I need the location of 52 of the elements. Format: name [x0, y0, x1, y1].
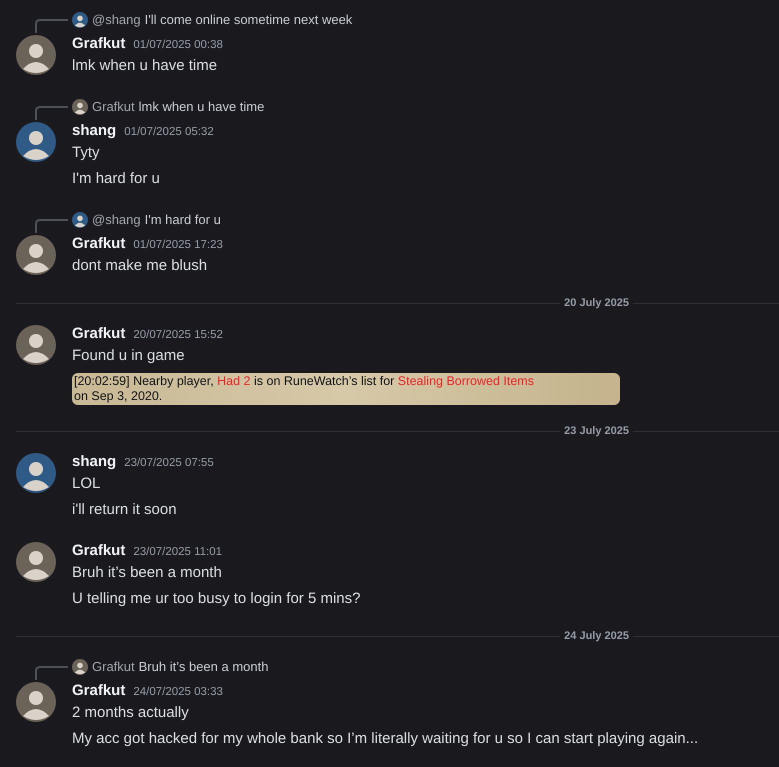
date-divider: 20 July 2025 [563, 296, 630, 311]
reply-author[interactable]: Grafkut [92, 657, 135, 677]
timestamp: 24/07/2025 03:33 [133, 685, 223, 700]
message-text: dont make me blush [72, 256, 208, 276]
avatar-icon[interactable] [72, 99, 88, 115]
timestamp: 01/07/2025 00:38 [133, 38, 223, 53]
reply-author[interactable]: Grafkut [92, 97, 135, 117]
timestamp: 23/07/2025 07:55 [124, 456, 214, 471]
message-text: Bruh it’s been a month [72, 563, 223, 583]
timestamp: 23/07/2025 11:01 [133, 545, 222, 560]
timestamp: 01/07/2025 05:32 [124, 125, 214, 140]
message-text: U telling me ur too busy to login for 5 mins? [72, 589, 360, 609]
message-text: lmk when u have time [72, 56, 218, 76]
username[interactable]: Grafkut [72, 540, 126, 562]
avatar-icon[interactable] [16, 122, 56, 162]
message-text: I'm hard for u [72, 169, 161, 189]
message-text: Tyty [72, 143, 101, 163]
message-text: i'll return it soon [72, 500, 178, 520]
reply-connector [35, 106, 68, 120]
avatar-icon[interactable] [72, 659, 88, 675]
avatar-icon[interactable] [72, 12, 88, 28]
reply-preview[interactable]: lmk when u have time [138, 97, 264, 117]
reply-author[interactable]: @shang [92, 10, 141, 30]
username[interactable]: shang [72, 120, 116, 142]
reply-author[interactable]: @shang [92, 210, 141, 230]
avatar-icon[interactable] [16, 542, 56, 582]
message-text: Found u in game [72, 346, 186, 366]
avatar-icon[interactable] [16, 35, 56, 75]
reply-connector [35, 219, 68, 233]
username[interactable]: Grafkut [72, 323, 126, 346]
username[interactable]: shang [72, 451, 116, 474]
avatar-icon[interactable] [72, 212, 88, 228]
message-text: My acc got hacked for my whole bank so I’m literally waiting for u so I can start playing again... [72, 729, 698, 749]
reply-preview[interactable]: I'm hard for u [144, 210, 221, 230]
avatar-icon[interactable] [16, 235, 56, 275]
avatar-icon[interactable] [16, 453, 56, 493]
reply-preview[interactable]: Bruh it’s been a month [138, 657, 268, 677]
message-text: 2 months actually [72, 703, 190, 723]
timestamp: 20/07/2025 15:52 [133, 328, 223, 343]
username[interactable]: Grafkut [72, 233, 126, 256]
message-text: LOL [72, 474, 102, 494]
timestamp: 01/07/2025 17:23 [133, 238, 223, 253]
username[interactable]: Grafkut [72, 33, 126, 56]
avatar-icon[interactable] [16, 682, 56, 722]
reply-preview[interactable]: I'll come online sometime next week [144, 10, 352, 30]
date-divider: 23 July 2025 [563, 424, 630, 439]
avatar-icon[interactable] [16, 325, 56, 365]
username[interactable]: Grafkut [72, 680, 126, 702]
game-chat-message: [20:02:59] Nearby player, Had 2 is on RuneWatch’s list for Stealing Borrowed Items on Sep 3, 2020. [72, 373, 620, 405]
reply-connector [35, 666, 68, 680]
date-divider: 24 July 2025 [563, 628, 630, 644]
reply-connector [35, 19, 68, 33]
